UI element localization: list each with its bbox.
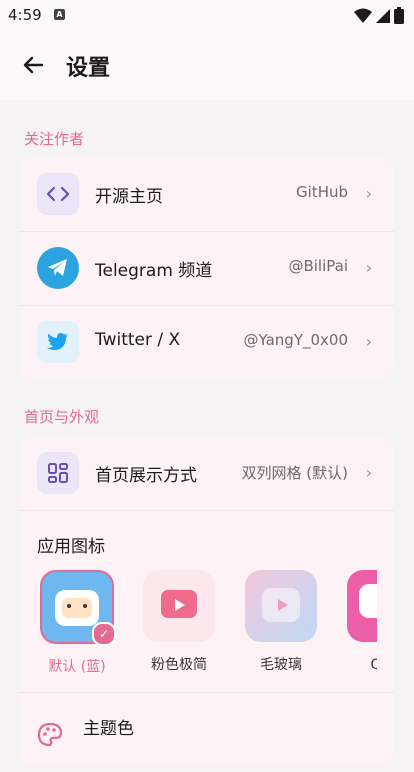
back-button[interactable] — [18, 50, 48, 80]
top-app-bar: 设置 — [0, 30, 414, 100]
app-icon-scroller[interactable]: ✓ 默认 (蓝) 粉色极简 毛玻璃 Q版 — [19, 566, 377, 676]
app-icon-label: Q版 — [370, 657, 377, 673]
row-label: Telegram 频道 — [95, 261, 213, 281]
selected-check-icon: ✓ — [92, 622, 116, 646]
app-icon-option-default[interactable]: ✓ 默认 (蓝) — [39, 570, 116, 676]
app-icon-glass-image — [245, 570, 317, 642]
home-appearance-card: 首页展示方式 双列网格 (默认) › 应用图标 ✓ 默认 (蓝) 粉色极简 毛玻… — [19, 436, 394, 766]
row-value: @YangY_0x00 — [243, 331, 349, 349]
palette-icon — [37, 722, 63, 748]
chevron-right-icon: › — [365, 463, 372, 482]
row-value: 双列网格 (默认) — [241, 464, 348, 482]
app-icon-default-image: ✓ — [40, 570, 116, 646]
row-label: Twitter / X — [95, 330, 181, 350]
chevron-right-icon: › — [365, 332, 372, 351]
app-icon-label: 默认 (蓝) — [48, 659, 106, 675]
battery-icon — [394, 7, 404, 24]
telegram-icon — [37, 247, 79, 289]
status-bar: 4:59 A — [0, 0, 414, 30]
row-value: GitHub — [296, 183, 348, 201]
page-title: 设置 — [66, 56, 111, 81]
arrow-left-icon — [23, 56, 44, 74]
code-icon — [37, 173, 79, 215]
row-display-mode[interactable]: 首页展示方式 双列网格 (默认) › — [19, 436, 394, 510]
section-title-home-appearance: 首页与外观 — [24, 408, 100, 426]
twitter-icon — [37, 321, 79, 363]
row-value: @BiliPai — [288, 257, 348, 275]
row-theme-color[interactable]: 主题色 — [19, 698, 394, 772]
divider — [19, 692, 394, 693]
section-title-follow-author: 关注作者 — [24, 130, 85, 148]
divider — [19, 510, 394, 511]
app-icon-q-image — [347, 570, 377, 642]
notification-app-icon: A — [54, 9, 65, 20]
status-icons — [354, 7, 404, 24]
app-icon-option-glass[interactable]: 毛玻璃 — [243, 570, 319, 674]
chevron-right-icon: › — [365, 258, 372, 277]
app-icon-title: 应用图标 — [37, 537, 105, 557]
row-twitter[interactable]: Twitter / X @YangY_0x00 › — [19, 305, 394, 379]
app-icon-label: 毛玻璃 — [260, 657, 302, 673]
row-label: 开源主页 — [95, 187, 163, 207]
app-icon-option-pink[interactable]: 粉色极简 — [141, 570, 217, 674]
grid-icon — [37, 452, 79, 494]
app-icon-pink-image — [143, 570, 215, 642]
app-icon-option-q[interactable]: Q版 — [345, 570, 377, 674]
chevron-right-icon: › — [365, 184, 372, 203]
app-icon-label: 粉色极简 — [151, 657, 207, 673]
row-label: 首页展示方式 — [95, 466, 197, 486]
row-telegram[interactable]: Telegram 频道 @BiliPai › — [19, 231, 394, 305]
status-time: 4:59 — [8, 6, 42, 24]
row-github[interactable]: 开源主页 GitHub › — [19, 157, 394, 231]
row-label: 主题色 — [83, 719, 134, 739]
follow-author-card: 开源主页 GitHub › Telegram 频道 @BiliPai › Twi… — [19, 157, 394, 379]
cellular-icon — [376, 8, 390, 23]
wifi-icon — [354, 8, 372, 23]
